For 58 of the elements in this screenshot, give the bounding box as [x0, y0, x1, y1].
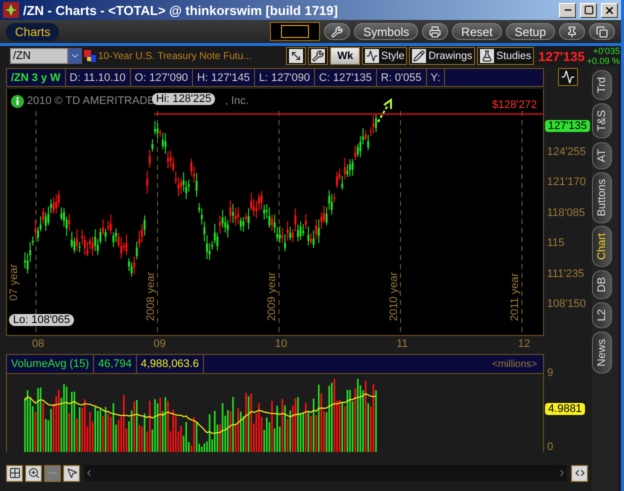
year-label: 07 year	[8, 264, 20, 301]
units-label: <millions>	[492, 358, 538, 372]
toolbar-button[interactable]: Symbols	[354, 23, 418, 40]
date-tick: 12	[518, 338, 530, 350]
side-tab[interactable]: DB	[592, 270, 612, 300]
volume-value: 46,794	[94, 355, 137, 373]
side-tab[interactable]: Buttons	[592, 172, 612, 224]
charts-tab[interactable]: Charts	[6, 22, 60, 40]
tool-button[interactable]: Style	[362, 47, 408, 65]
price-tick: 118'085	[547, 206, 585, 219]
year-label: 2010 year	[388, 272, 400, 321]
price-tick: 124'255	[547, 146, 586, 158]
price-tick: 115	[547, 237, 565, 250]
last-price-badge: 127'135	[545, 120, 590, 132]
volume-tick: 0	[547, 441, 554, 453]
period-button[interactable]: Wk	[330, 47, 360, 65]
toolbar-button[interactable]: Setup	[506, 23, 555, 40]
year-label: 2011 year	[509, 272, 521, 321]
date-tick: 11	[396, 338, 408, 350]
tool-button[interactable]: Studies	[477, 47, 534, 65]
date-tick: 10	[275, 338, 288, 350]
side-tab[interactable]: L2	[592, 302, 612, 328]
date-tick: 09	[154, 338, 166, 350]
quote-field: R: 0'055	[376, 69, 426, 86]
alert-price-label: $128'272	[492, 99, 537, 111]
price-change: +0'035	[592, 46, 620, 56]
quote-field: O: 127'090	[130, 69, 194, 86]
date-tick: 08	[32, 338, 44, 350]
toolbar-button[interactable]: Reset	[452, 23, 502, 40]
high-price-label: Hi: 128'225	[152, 93, 216, 105]
quote-field: D: 11.10.10	[66, 69, 131, 86]
percent-change: +0.09 %	[586, 56, 620, 66]
quote-field: H: 127'145	[193, 69, 255, 86]
last-price: 127'135	[538, 48, 585, 64]
quote-field: Y:	[426, 69, 446, 86]
quote-field: C: 127'135	[314, 69, 377, 86]
side-tab[interactable]: T&S	[592, 103, 612, 138]
price-tick: 111'235	[547, 268, 584, 280]
symbol-field[interactable]: /ZN	[10, 48, 68, 64]
volume-badge: 4.9881	[545, 403, 585, 415]
tool-button[interactable]: Drawings	[409, 47, 476, 65]
year-label: 2008 year	[144, 272, 156, 321]
price-tick: 121'170	[547, 176, 586, 188]
window-title: /ZN - Charts - <TOTAL> @ thinkorswim [build 1719]	[23, 2, 339, 18]
study-label: /ZN 3 y W	[7, 69, 66, 86]
side-tab[interactable]: News	[592, 332, 612, 374]
side-tab[interactable]: Chart	[592, 226, 612, 267]
study-label: VolumeAvg (15)	[7, 355, 94, 373]
average-value: 4,988,063.6	[136, 355, 204, 373]
side-tab[interactable]: AT	[592, 142, 612, 169]
volume-tick: 9	[547, 367, 554, 379]
low-price-label: Lo: 108'065	[9, 314, 74, 326]
side-tab[interactable]: Trd	[592, 70, 612, 100]
price-tick: 108'150	[547, 298, 586, 310]
quote-field: L: 127'090	[254, 69, 315, 86]
instrument-description: 10-Year U.S. Treasury Note Futu...	[98, 50, 253, 62]
copyright-text: , Inc.	[225, 95, 249, 107]
year-label: 2009 year	[266, 272, 278, 321]
